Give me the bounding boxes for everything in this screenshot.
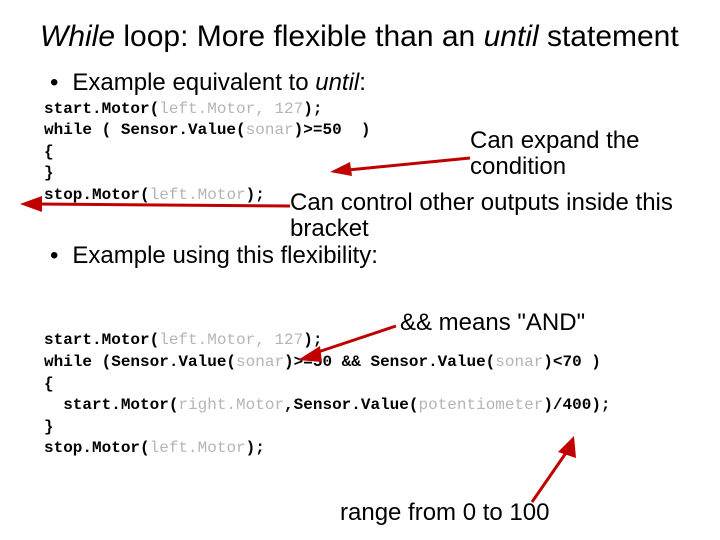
title-mid1: loop: More flexible than an bbox=[115, 20, 484, 53]
slide-title: While loop: More flexible than an until … bbox=[40, 20, 690, 55]
bullet-1: •Example equivalent to until: bbox=[50, 69, 690, 97]
annotation-and-means: && means "AND" bbox=[400, 310, 585, 336]
title-while: While bbox=[40, 20, 115, 53]
bullet-1-until: until bbox=[315, 69, 359, 96]
arrow-expand-condition bbox=[330, 150, 480, 180]
title-end: statement bbox=[539, 20, 679, 53]
title-until: until bbox=[484, 20, 539, 53]
arrow-range bbox=[520, 432, 600, 512]
bullet-2-text: Example using this flexibility: bbox=[72, 242, 377, 269]
bullet-2: •Example using this flexibility: bbox=[50, 242, 690, 270]
arrow-control-outputs bbox=[20, 190, 300, 220]
annotation-range: range from 0 to 100 bbox=[340, 500, 549, 526]
bullet-1-suffix: : bbox=[359, 69, 366, 96]
slide: While loop: More flexible than an until … bbox=[0, 0, 720, 540]
annotation-expand-condition: Can expand the condition bbox=[470, 128, 680, 181]
arrow-and-means bbox=[296, 320, 406, 360]
annotation-control-outputs: Can control other outputs inside this br… bbox=[290, 190, 690, 243]
bullet-1-prefix: Example equivalent to bbox=[72, 69, 315, 96]
